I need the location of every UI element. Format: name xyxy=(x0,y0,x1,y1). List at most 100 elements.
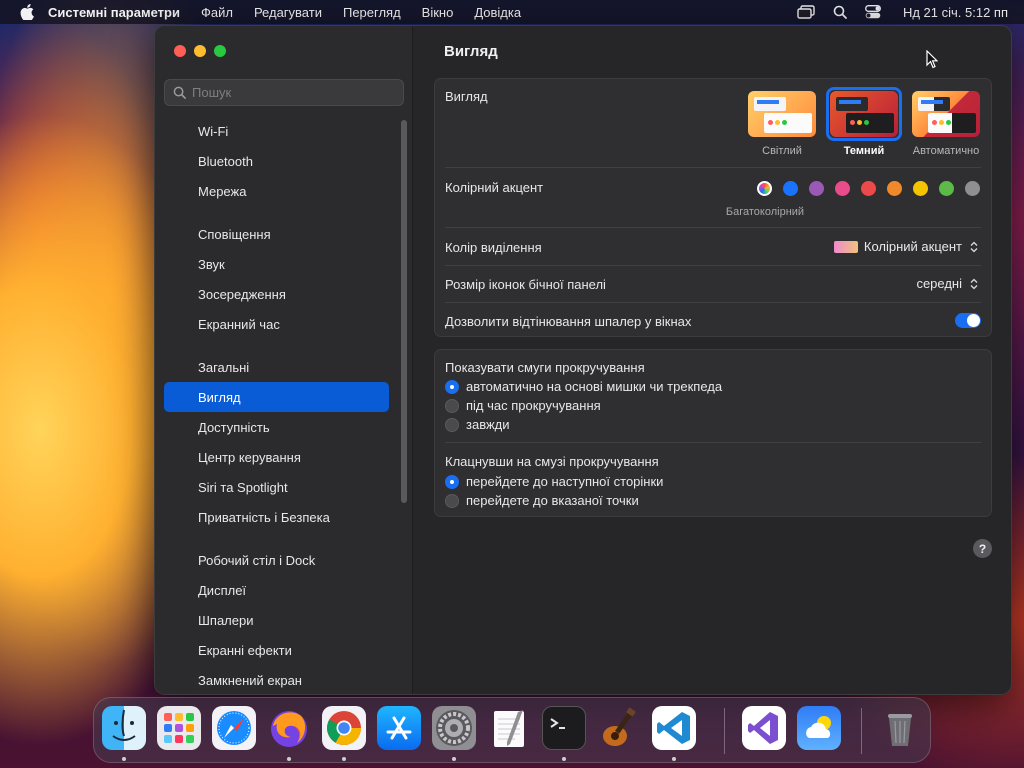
safari-icon[interactable] xyxy=(212,706,256,750)
radio-button[interactable] xyxy=(445,398,459,413)
accent-yellow-swatch[interactable] xyxy=(913,181,928,196)
wallpaper-tinting-toggle[interactable] xyxy=(955,313,981,328)
scroll-click-label: Клацнувши на смузі прокручування xyxy=(445,454,659,469)
appearance-auto-caption: Автоматично xyxy=(912,145,980,157)
accent-blue-swatch[interactable] xyxy=(783,181,798,196)
accent-graphite-swatch[interactable] xyxy=(965,181,980,196)
highlight-color-value: Колірний акцент xyxy=(863,239,962,254)
radio-button[interactable] xyxy=(445,474,459,489)
system-settings-running-indicator xyxy=(452,757,456,761)
textedit-icon[interactable] xyxy=(487,706,531,750)
menu-bar: Системні параметри Файл Редагувати Перег… xyxy=(0,0,1024,24)
vscode-running-indicator xyxy=(672,757,676,761)
search-icon[interactable] xyxy=(833,5,847,19)
close-window-button[interactable] xyxy=(174,45,186,57)
accent-caption: Багатоколірний xyxy=(725,206,805,218)
sidebar-item-accessibility[interactable]: Доступність xyxy=(164,412,389,442)
scroll-click-option-next-page[interactable]: перейдете до наступної сторінки xyxy=(445,474,663,489)
vscode-icon[interactable] xyxy=(652,706,696,750)
scroll-click-option-spot[interactable]: перейдете до вказаної точки xyxy=(445,493,639,508)
menu-edit[interactable]: Редагувати xyxy=(254,5,322,20)
menu-window[interactable]: Вікно xyxy=(422,5,454,20)
minimize-window-button[interactable] xyxy=(194,45,206,57)
sidebar-item-desktop-dock[interactable]: Робочий стіл і Dock xyxy=(164,545,389,575)
menu-clock[interactable]: Нд 21 січ. 5:12 пп xyxy=(903,5,1008,20)
firefox-icon[interactable] xyxy=(267,706,311,750)
show-scrollbars-label: Показувати смуги прокручування xyxy=(445,360,645,375)
screen-mirroring-icon[interactable] xyxy=(797,5,815,19)
chrome-icon[interactable] xyxy=(322,706,366,750)
apple-menu-icon[interactable] xyxy=(20,4,34,20)
accent-purple-swatch[interactable] xyxy=(809,181,824,196)
scrollbars-option-always[interactable]: завжди xyxy=(445,417,510,432)
search-input[interactable] xyxy=(192,85,392,100)
menu-view[interactable]: Перегляд xyxy=(343,5,401,20)
sidebar-item-focus[interactable]: Зосередження xyxy=(164,279,389,309)
mouse-pointer-icon xyxy=(926,50,938,69)
accent-multicolor-swatch[interactable] xyxy=(757,181,772,196)
appearance-light-caption: Світлий xyxy=(762,145,802,157)
sidebar-item-notifications[interactable]: Сповіщення xyxy=(164,219,389,249)
appearance-settings-group: Вигляд Світлий Темний Автоматично Колірн… xyxy=(434,78,992,337)
sidebar-list: Wi-Fi Bluetooth Мережа Сповіщення Звук З… xyxy=(164,116,389,694)
sidebar-item-bluetooth[interactable]: Bluetooth xyxy=(164,146,389,176)
sidebar-item-siri-spotlight[interactable]: Siri та Spotlight xyxy=(164,472,389,502)
launchpad-icon[interactable] xyxy=(157,706,201,750)
finder-icon[interactable] xyxy=(102,706,146,750)
scrollbars-option-when-scrolling[interactable]: під час прокручування xyxy=(445,398,601,413)
sidebar-icon-size-popup[interactable]: середні xyxy=(916,276,979,291)
sidebar-item-appearance[interactable]: Вигляд xyxy=(164,382,389,412)
weather-icon[interactable] xyxy=(797,706,841,750)
system-settings-icon[interactable] xyxy=(432,706,476,750)
menu-help[interactable]: Довідка xyxy=(474,5,521,20)
sidebar-item-screen-saver[interactable]: Екранні ефекти xyxy=(164,635,389,665)
radio-button[interactable] xyxy=(445,493,459,508)
terminal-running-indicator xyxy=(562,757,566,761)
help-button[interactable]: ? xyxy=(973,539,992,558)
popup-chevron-icon xyxy=(968,240,979,254)
accent-color-label: Колірний акцент xyxy=(445,180,544,195)
sidebar-icon-size-label: Розмір іконок бічної панелі xyxy=(445,277,606,292)
trash-icon[interactable] xyxy=(878,706,922,750)
highlight-color-swatch xyxy=(833,240,858,253)
control-center-icon[interactable] xyxy=(865,5,881,19)
visual-studio-icon[interactable] xyxy=(742,706,786,750)
sidebar-item-sound[interactable]: Звук xyxy=(164,249,389,279)
wallpaper-tinting-label: Дозволити відтінювання шпалер у вікнах xyxy=(445,314,692,329)
radio-button[interactable] xyxy=(445,379,459,394)
menu-file[interactable]: Файл xyxy=(201,5,233,20)
dock-separator xyxy=(861,708,862,754)
sidebar-item-displays[interactable]: Дисплеї xyxy=(164,575,389,605)
app-store-icon[interactable] xyxy=(377,706,421,750)
zoom-window-button[interactable] xyxy=(214,45,226,57)
page-title: Вигляд xyxy=(444,43,498,60)
accent-pink-swatch[interactable] xyxy=(835,181,850,196)
terminal-icon[interactable] xyxy=(542,706,586,750)
highlight-color-popup[interactable]: Колірний акцент xyxy=(833,239,979,254)
sidebar: Wi-Fi Bluetooth Мережа Сповіщення Звук З… xyxy=(155,26,413,694)
garageband-icon[interactable] xyxy=(597,706,641,750)
accent-green-swatch[interactable] xyxy=(939,181,954,196)
sidebar-item-control-center[interactable]: Центр керування xyxy=(164,442,389,472)
scrollbars-option-auto[interactable]: автоматично на основі мишки чи трекпеда xyxy=(445,379,722,394)
accent-orange-swatch[interactable] xyxy=(887,181,902,196)
search-field[interactable] xyxy=(164,79,404,106)
scroll-settings-group: Показувати смуги прокручування автоматич… xyxy=(434,349,992,517)
menu-app-name[interactable]: Системні параметри xyxy=(48,5,180,20)
sidebar-item-lock-screen[interactable]: Замкнений екран xyxy=(164,665,389,694)
scrollbars-option-auto-label: автоматично на основі мишки чи трекпеда xyxy=(466,379,723,394)
accent-red-swatch[interactable] xyxy=(861,181,876,196)
search-icon xyxy=(173,86,186,99)
radio-button[interactable] xyxy=(445,417,459,432)
scroll-click-option-spot-label: перейдете до вказаної точки xyxy=(466,493,639,508)
sidebar-item-wifi[interactable]: Wi-Fi xyxy=(164,116,389,146)
scroll-click-option-next-page-label: перейдете до наступної сторінки xyxy=(466,474,664,489)
sidebar-item-screen-time[interactable]: Екранний час xyxy=(164,309,389,339)
finder-running-indicator xyxy=(122,757,126,761)
sidebar-item-general[interactable]: Загальні xyxy=(164,352,389,382)
sidebar-scrollbar[interactable] xyxy=(401,120,407,503)
sidebar-item-wallpaper[interactable]: Шпалери xyxy=(164,605,389,635)
sidebar-item-privacy-security[interactable]: Приватність і Безпека xyxy=(164,502,389,532)
sidebar-item-network[interactable]: Мережа xyxy=(164,176,389,206)
chrome-running-indicator xyxy=(342,757,346,761)
